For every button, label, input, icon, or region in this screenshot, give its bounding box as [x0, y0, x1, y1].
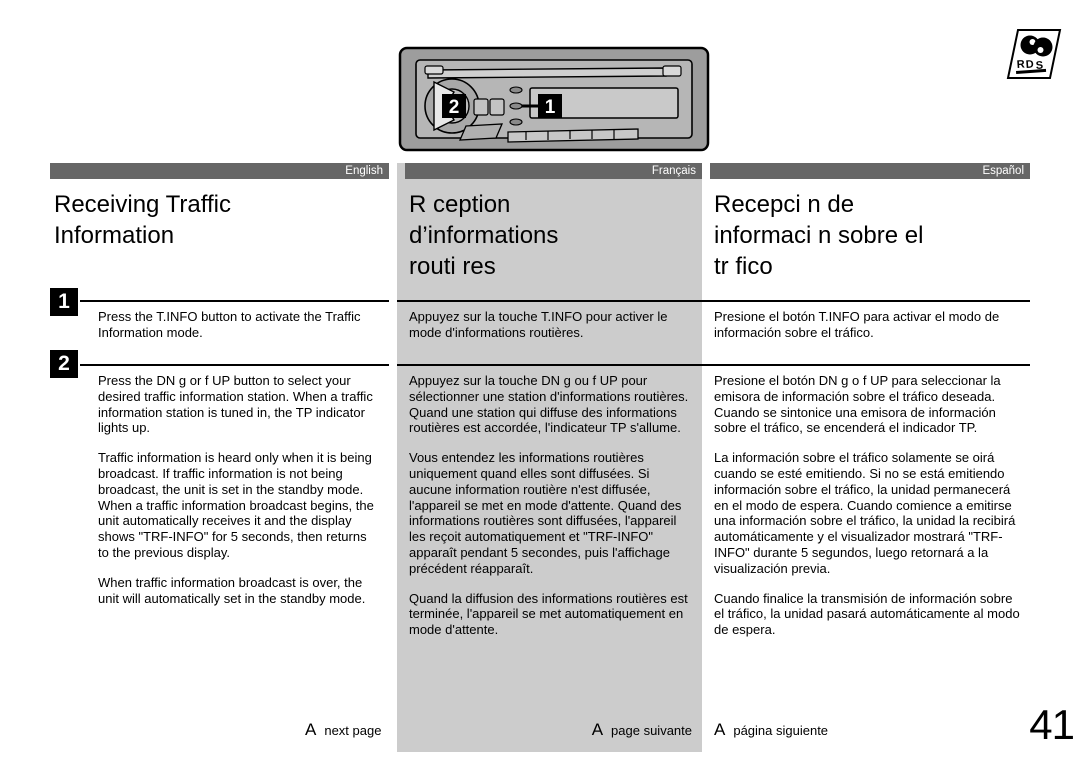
next-page-arrow-icon-fr: A — [591, 720, 604, 739]
footer-espanol: A página siguiente — [702, 708, 1030, 752]
footer-label-espanol: página siguiente — [733, 722, 829, 738]
rds-logo: R D S — [1006, 26, 1062, 82]
step-2-body-english: Press the DN g or f UP button to select … — [50, 366, 389, 606]
page-footer: A next page A page suivante A página sig… — [50, 708, 1030, 752]
footer-english: A next page — [50, 708, 397, 752]
paragraph: Press the T.INFO button to activate the … — [98, 309, 361, 340]
next-page-arrow-icon-es: A — [714, 720, 726, 739]
step-1-body-english: Press the T.INFO button to activate the … — [50, 302, 389, 364]
column-espanol: Español Recepci n de informaci n sobre el… — [702, 163, 1030, 708]
paragraph: Vous entendez les informations routières… — [409, 450, 682, 576]
callout-2-label: 2 — [449, 97, 460, 118]
footer-francais: A page suivante — [397, 708, 702, 752]
svg-text:D: D — [1025, 58, 1034, 71]
next-page-arrow-icon: A — [305, 720, 317, 739]
step-1-body-francais: Appuyez sur la touche T.INFO pour active… — [397, 302, 702, 364]
paragraph: La información sobre el tráfico solament… — [714, 450, 1016, 576]
column-francais: Français R ception d’informations routi re… — [397, 163, 702, 708]
footer-label-francais: page suivante — [611, 722, 692, 738]
step-badge-1: 1 — [50, 288, 78, 316]
column-english: English Receiving Traffic Information Pre… — [50, 163, 397, 708]
step-badge-2: 2 — [50, 350, 78, 378]
step-2-body-francais: Appuyez sur la touche DN g ou f UP pour … — [397, 366, 702, 638]
paragraph: Cuando finalice la transmisión de inform… — [714, 590, 1020, 638]
page-title-francais: R ception d’informations routi res — [409, 191, 559, 280]
svg-text:R: R — [1016, 58, 1025, 71]
paragraph: Quand la diffusion des informations rout… — [409, 590, 688, 638]
page-title-espanol: Recepci n de informaci n sobre el tr fico — [714, 191, 924, 280]
step-1-body-espanol: Presione el botón T.INFO para activar el… — [702, 302, 1030, 364]
car-stereo-head-unit-illustration: 1 2 — [398, 44, 710, 154]
language-columns: English Receiving Traffic Information Pre… — [50, 163, 1030, 708]
paragraph: Appuyez sur la touche T.INFO pour active… — [409, 309, 668, 340]
paragraph: When traffic information broadcast is ov… — [98, 574, 366, 606]
page-number: 41 — [1029, 701, 1075, 748]
language-label-espanol: Español — [710, 163, 1030, 179]
paragraph: Appuyez sur la touche DN g ou f UP pour … — [409, 373, 689, 436]
paragraph: Traffic information is heard only when i… — [98, 450, 374, 560]
paragraph: Presione el botón T.INFO para activar el… — [714, 309, 1000, 340]
paragraph: Press the DN g or f UP button to select … — [98, 373, 373, 436]
page-title-english: Receiving Traffic Information — [54, 191, 231, 249]
step-2-body-espanol: Presione el botón DN g o f UP para selec… — [702, 366, 1030, 638]
callout-1-label: 1 — [545, 97, 556, 118]
paragraph: Presione el botón DN g o f UP para selec… — [714, 373, 1001, 436]
footer-label-english: next page — [324, 722, 382, 738]
language-label-english: English — [50, 163, 389, 179]
language-label-francais: Français — [405, 163, 702, 179]
